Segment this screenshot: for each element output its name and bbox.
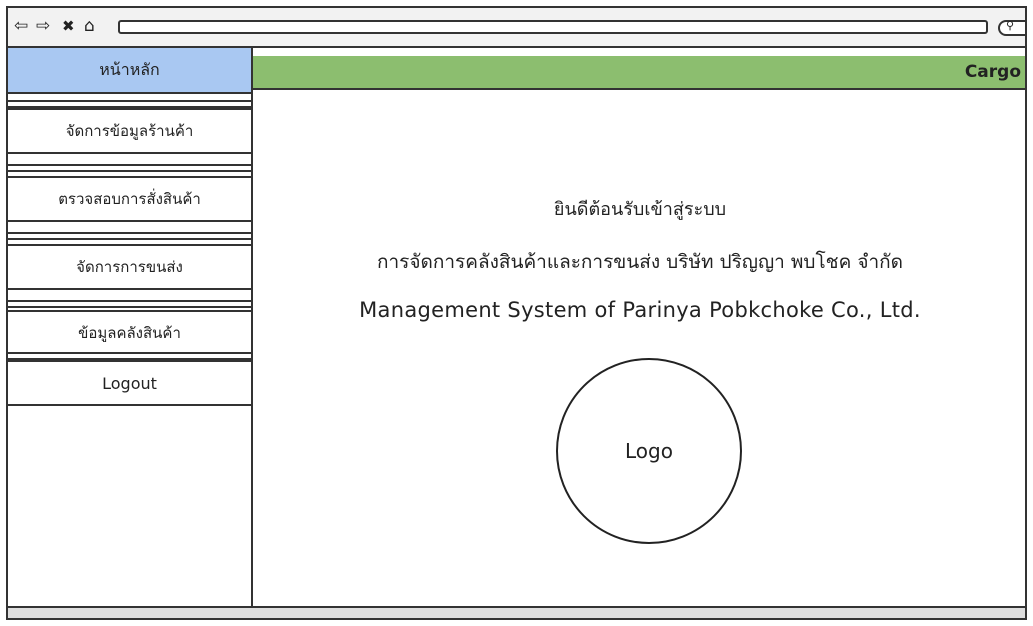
close-icon[interactable]: ✖ (62, 17, 75, 35)
divider (8, 352, 251, 360)
sidebar-item-home[interactable]: หน้าหลัก (8, 48, 251, 94)
search-icon: ⚲ (1006, 19, 1015, 32)
logout-button[interactable]: Logout (8, 360, 251, 406)
welcome-heading: ยินดีต้อนรับเข้าสู่ระบบ (553, 199, 727, 220)
sidebar-item-label: Logout (102, 373, 157, 393)
sidebar-item-shipping[interactable]: จัดการการขนส่ง (8, 244, 251, 290)
sidebar-item-check-orders[interactable]: ตรวจสอบการสั่งสินค้า (8, 176, 251, 222)
sidebar-item-label: ข้อมูลคลังสินค้า (78, 324, 181, 342)
sidebar-item-warehouse-data[interactable]: ข้อมูลคลังสินค้า (8, 310, 251, 356)
address-bar[interactable] (118, 20, 988, 34)
system-title-thai: การจัดการคลังสินค้าและการขนส่ง บริษัท ปร… (377, 251, 903, 273)
divider (8, 232, 251, 240)
search-field[interactable]: ⚲ (998, 19, 1025, 36)
sidebar: หน้าหลัก จัดการข้อมูลร้านค้า ตรวจสอบการส… (8, 48, 253, 610)
status-bar (8, 606, 1025, 618)
sidebar-item-label: หน้าหลัก (99, 59, 160, 79)
company-logo: Logo (556, 358, 742, 544)
sidebar-item-label: จัดการข้อมูลร้านค้า (65, 122, 194, 140)
header-bar: Cargo (253, 56, 1025, 90)
forward-icon[interactable]: ⇨ (36, 17, 50, 35)
browser-window: ⇦ ⇨ ✖ ⌂ ⚲ หน้าหลัก จัดการข้อมูลร้านค้า ต… (6, 6, 1027, 620)
system-title-english: Management System of Parinya Pobkchoke C… (359, 298, 921, 322)
logo-label: Logo (625, 439, 673, 463)
divider (8, 300, 251, 308)
sidebar-item-store-data[interactable]: จัดการข้อมูลร้านค้า (8, 108, 251, 154)
divider (8, 164, 251, 172)
home-icon[interactable]: ⌂ (84, 17, 95, 35)
divider (8, 100, 251, 108)
brand-title: Cargo (964, 62, 1021, 82)
back-icon[interactable]: ⇦ (14, 17, 28, 35)
browser-toolbar: ⇦ ⇨ ✖ ⌂ ⚲ (8, 8, 1025, 48)
sidebar-item-label: จัดการการขนส่ง (76, 258, 183, 276)
sidebar-item-label: ตรวจสอบการสั่งสินค้า (58, 190, 201, 208)
